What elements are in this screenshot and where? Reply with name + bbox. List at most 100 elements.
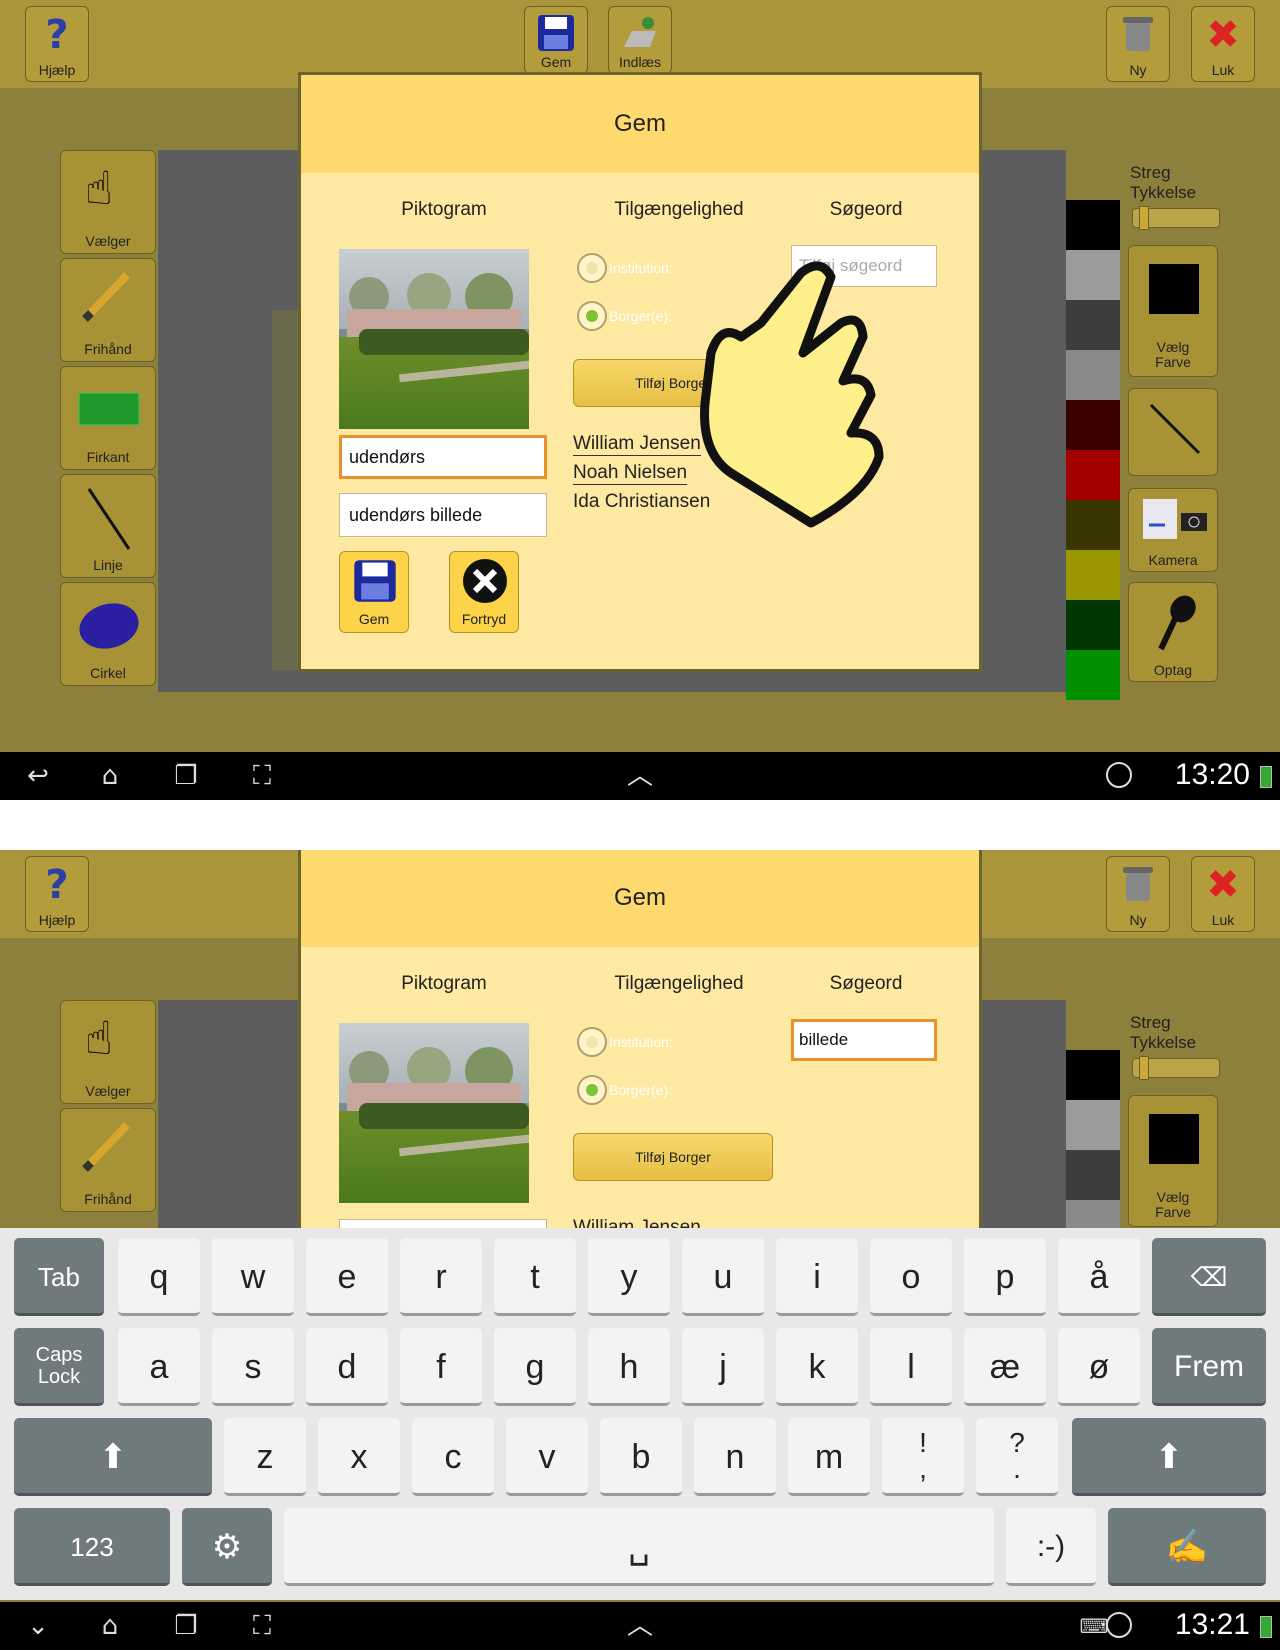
load-toolbar-button[interactable]: Indlæs xyxy=(608,6,672,74)
key-v[interactable]: v xyxy=(506,1418,588,1496)
key-a[interactable]: a xyxy=(118,1328,200,1406)
numbers-key[interactable]: 123 xyxy=(14,1508,170,1586)
tab-key[interactable]: Tab xyxy=(14,1238,104,1316)
slider-knob[interactable] xyxy=(1139,1056,1149,1080)
color-swatch[interactable] xyxy=(1066,1150,1120,1200)
color-swatch[interactable] xyxy=(1066,600,1120,650)
recent-apps-icon[interactable]: ❐ xyxy=(166,1610,206,1642)
key-q[interactable]: q xyxy=(118,1238,200,1316)
backspace-key[interactable]: ⌫ xyxy=(1152,1238,1266,1316)
choose-color-button[interactable]: Vælg Farve xyxy=(1128,245,1218,377)
chevron-up-icon[interactable]: ︿ xyxy=(620,760,660,792)
color-swatch[interactable] xyxy=(1066,1100,1120,1150)
color-swatch[interactable] xyxy=(1066,550,1120,600)
freehand-tool[interactable]: Frihånd xyxy=(60,1108,156,1212)
key-å[interactable]: å xyxy=(1058,1238,1140,1316)
key-ø[interactable]: ø xyxy=(1058,1328,1140,1406)
hide-keyboard-icon[interactable]: ⌄ xyxy=(18,1610,58,1642)
key-æ[interactable]: æ xyxy=(964,1328,1046,1406)
freehand-tool[interactable]: Frihånd xyxy=(60,258,156,362)
key-h[interactable]: h xyxy=(588,1328,670,1406)
record-button[interactable]: Optag xyxy=(1128,582,1218,682)
key-!,[interactable]: ! , xyxy=(882,1418,964,1496)
color-swatch[interactable] xyxy=(1066,200,1120,250)
key-f[interactable]: f xyxy=(400,1328,482,1406)
dialog-cancel-button[interactable]: Fortryd xyxy=(449,551,519,633)
citizen-radio[interactable] xyxy=(577,1075,607,1105)
color-swatch[interactable] xyxy=(1066,250,1120,300)
citizen-item[interactable]: William Jensen xyxy=(573,433,701,456)
camera-button[interactable]: Kamera xyxy=(1128,488,1218,572)
smiley-key[interactable]: :-) xyxy=(1006,1508,1096,1586)
key-b[interactable]: b xyxy=(600,1418,682,1496)
hide-keyboard-key[interactable]: ✍ xyxy=(1108,1508,1266,1586)
color-swatch[interactable] xyxy=(1066,500,1120,550)
home-icon[interactable]: ⌂ xyxy=(90,760,130,792)
key-g[interactable]: g xyxy=(494,1328,576,1406)
key-n[interactable]: n xyxy=(694,1418,776,1496)
key-r[interactable]: r xyxy=(400,1238,482,1316)
citizen-radio[interactable] xyxy=(577,301,607,331)
line-stroke-button[interactable] xyxy=(1128,388,1218,476)
key-z[interactable]: z xyxy=(224,1418,306,1496)
save-toolbar-button[interactable]: Gem xyxy=(524,6,588,74)
color-swatch[interactable] xyxy=(1066,650,1120,700)
key-k[interactable]: k xyxy=(776,1328,858,1406)
key-i[interactable]: i xyxy=(776,1238,858,1316)
new-button[interactable]: Ny xyxy=(1106,6,1170,82)
screenshot-icon[interactable]: ⛶ xyxy=(242,760,282,792)
stroke-thickness-slider[interactable] xyxy=(1132,206,1220,230)
stroke-thickness-slider[interactable] xyxy=(1132,1056,1220,1080)
dialog-save-button[interactable]: Gem xyxy=(339,551,409,633)
caps-lock-key[interactable]: Caps Lock xyxy=(14,1328,104,1406)
keyword-input[interactable]: billede xyxy=(791,1019,937,1061)
close-button[interactable]: ✖ Luk xyxy=(1191,6,1255,82)
recent-apps-icon[interactable]: ❐ xyxy=(166,760,206,792)
choose-color-button[interactable]: Vælg Farve xyxy=(1128,1095,1218,1227)
key-c[interactable]: c xyxy=(412,1418,494,1496)
select-tool[interactable]: ☝ Vælger xyxy=(60,150,156,254)
key-s[interactable]: s xyxy=(212,1328,294,1406)
shift-right-key[interactable]: ⬆ xyxy=(1072,1418,1266,1496)
pictogram-description-input[interactable]: udendørs billede xyxy=(339,493,547,537)
color-swatch[interactable] xyxy=(1066,450,1120,500)
color-swatch[interactable] xyxy=(1066,400,1120,450)
pictogram-name-input[interactable]: udendørs xyxy=(339,435,547,479)
chevron-up-icon[interactable]: ︿ xyxy=(620,1610,660,1642)
settings-gear-key[interactable]: ⚙ xyxy=(182,1508,272,1586)
help-button[interactable]: ? Hjælp xyxy=(25,856,89,932)
back-icon[interactable]: ↩ xyxy=(18,760,58,792)
key-t[interactable]: t xyxy=(494,1238,576,1316)
line-tool[interactable]: Linje xyxy=(60,474,156,578)
home-icon[interactable]: ⌂ xyxy=(90,1610,130,1642)
rectangle-tool[interactable]: Firkant xyxy=(60,366,156,470)
key-e[interactable]: e xyxy=(306,1238,388,1316)
add-citizen-button[interactable]: Tilføj Borger xyxy=(573,1133,773,1181)
slider-knob[interactable] xyxy=(1139,206,1149,230)
shift-left-key[interactable]: ⬆ xyxy=(14,1418,212,1496)
key-?.[interactable]: ? . xyxy=(976,1418,1058,1496)
space-key[interactable]: ␣ xyxy=(284,1508,994,1586)
citizen-item[interactable]: Noah Nielsen xyxy=(573,462,688,485)
circle-tool[interactable]: Cirkel xyxy=(60,582,156,686)
key-y[interactable]: y xyxy=(588,1238,670,1316)
key-m[interactable]: m xyxy=(788,1418,870,1496)
key-w[interactable]: w xyxy=(212,1238,294,1316)
enter-key[interactable]: Frem xyxy=(1152,1328,1266,1406)
key-l[interactable]: l xyxy=(870,1328,952,1406)
key-o[interactable]: o xyxy=(870,1238,952,1316)
color-swatch[interactable] xyxy=(1066,300,1120,350)
key-j[interactable]: j xyxy=(682,1328,764,1406)
institution-radio[interactable] xyxy=(577,253,607,283)
key-d[interactable]: d xyxy=(306,1328,388,1406)
key-p[interactable]: p xyxy=(964,1238,1046,1316)
screenshot-icon[interactable]: ⛶ xyxy=(242,1610,282,1642)
institution-radio[interactable] xyxy=(577,1027,607,1057)
select-tool[interactable]: ☝ Vælger xyxy=(60,1000,156,1104)
color-swatch[interactable] xyxy=(1066,1050,1120,1100)
new-button[interactable]: Ny xyxy=(1106,856,1170,932)
close-button[interactable]: ✖ Luk xyxy=(1191,856,1255,932)
key-x[interactable]: x xyxy=(318,1418,400,1496)
color-swatch[interactable] xyxy=(1066,350,1120,400)
citizen-item[interactable]: Ida Christiansen xyxy=(573,491,710,513)
